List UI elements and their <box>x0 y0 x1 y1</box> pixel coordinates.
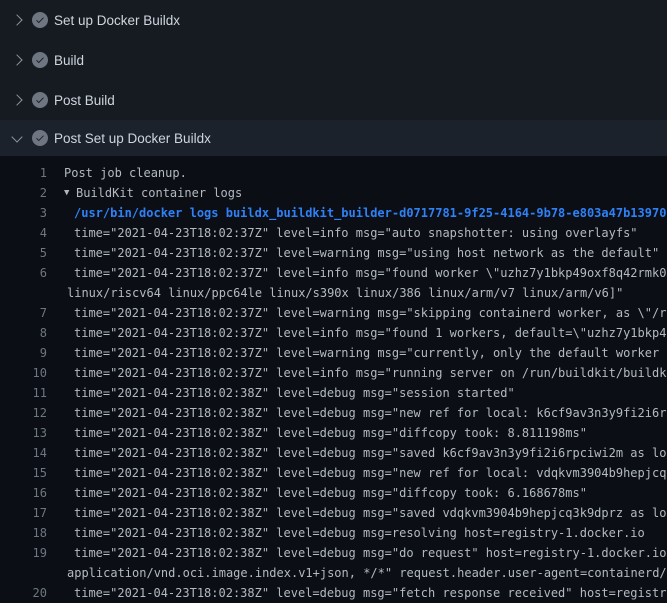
chevron-down-icon <box>10 136 24 141</box>
log-line-text: time="2021-04-23T18:02:38Z" level=debug … <box>47 383 667 403</box>
log-line: linux/riscv64 linux/ppc64le linux/s390x … <box>0 283 667 303</box>
log-line: 6time="2021-04-23T18:02:37Z" level=info … <box>0 263 667 283</box>
log-line: 9time="2021-04-23T18:02:37Z" level=warni… <box>0 343 667 363</box>
log-line: 2▼BuildKit container logs <box>0 183 667 203</box>
log-line-text: time="2021-04-23T18:02:37Z" level=info m… <box>47 263 667 283</box>
log-line-number[interactable]: 12 <box>0 403 47 423</box>
log-line-text: time="2021-04-23T18:02:38Z" level=debug … <box>47 443 667 463</box>
log-line-text: Post job cleanup. <box>47 163 667 183</box>
log-line-text: time="2021-04-23T18:02:37Z" level=warnin… <box>47 343 667 363</box>
log-line-text: time="2021-04-23T18:02:38Z" level=debug … <box>47 523 667 543</box>
log-line: 14time="2021-04-23T18:02:38Z" level=debu… <box>0 443 667 463</box>
log-line: 7time="2021-04-23T18:02:37Z" level=warni… <box>0 303 667 323</box>
log-line-text: time="2021-04-23T18:02:37Z" level=info m… <box>47 323 667 343</box>
check-circle-icon <box>32 52 48 68</box>
log-line-text: time="2021-04-23T18:02:38Z" level=debug … <box>47 403 667 423</box>
step-header-post-build[interactable]: Post Build <box>0 80 667 120</box>
log-line-number[interactable]: 19 <box>0 543 47 563</box>
log-command-text: /usr/bin/docker logs buildx_buildkit_bui… <box>47 203 667 223</box>
log-line-number[interactable]: 10 <box>0 363 47 383</box>
log-line: 10time="2021-04-23T18:02:37Z" level=info… <box>0 363 667 383</box>
log-line-number[interactable]: 7 <box>0 303 47 323</box>
log-line-number[interactable]: 14 <box>0 443 47 463</box>
log-line-number[interactable]: 13 <box>0 423 47 443</box>
check-circle-icon <box>32 130 48 146</box>
log-line-text: time="2021-04-23T18:02:38Z" level=debug … <box>47 543 667 563</box>
log-line-text: time="2021-04-23T18:02:38Z" level=debug … <box>47 483 667 503</box>
log-line-number[interactable]: 4 <box>0 223 47 243</box>
log-group-toggle-icon[interactable]: ▼ <box>64 183 76 203</box>
log-line: 12time="2021-04-23T18:02:38Z" level=debu… <box>0 403 667 423</box>
log-line: 4time="2021-04-23T18:02:37Z" level=info … <box>0 223 667 243</box>
log-line-number[interactable]: 5 <box>0 243 47 263</box>
log-line-text: time="2021-04-23T18:02:38Z" level=debug … <box>47 503 667 523</box>
log-line: 16time="2021-04-23T18:02:38Z" level=debu… <box>0 483 667 503</box>
chevron-right-icon <box>10 16 24 24</box>
log-line: 5time="2021-04-23T18:02:37Z" level=warni… <box>0 243 667 263</box>
step-header-setup-docker-buildx[interactable]: Set up Docker Buildx <box>0 0 667 40</box>
log-line-text: time="2021-04-23T18:02:38Z" level=debug … <box>47 583 667 603</box>
log-line-number[interactable]: 17 <box>0 503 47 523</box>
log-line: 11time="2021-04-23T18:02:38Z" level=debu… <box>0 383 667 403</box>
log-line-text: application/vnd.oci.image.index.v1+json,… <box>47 563 667 583</box>
log-line-number-spacer <box>0 563 47 583</box>
log-line: 18time="2021-04-23T18:02:38Z" level=debu… <box>0 523 667 543</box>
log-line-text: time="2021-04-23T18:02:37Z" level=info m… <box>47 363 667 383</box>
log-line-number[interactable]: 11 <box>0 383 47 403</box>
log-line: 19time="2021-04-23T18:02:38Z" level=debu… <box>0 543 667 563</box>
log-line-number[interactable]: 8 <box>0 323 47 343</box>
chevron-right-icon <box>10 56 24 64</box>
chevron-right-icon <box>10 96 24 104</box>
log-line-number[interactable]: 6 <box>0 263 47 283</box>
log-line-number[interactable]: 3 <box>0 203 47 223</box>
log-line: 1Post job cleanup. <box>0 163 667 183</box>
log-console: 1Post job cleanup.2▼BuildKit container l… <box>0 156 667 603</box>
log-line: 15time="2021-04-23T18:02:38Z" level=debu… <box>0 463 667 483</box>
log-line: 3/usr/bin/docker logs buildx_buildkit_bu… <box>0 203 667 223</box>
log-line-number[interactable]: 18 <box>0 523 47 543</box>
log-line-number[interactable]: 1 <box>0 163 47 183</box>
step-label: Build <box>54 53 84 68</box>
log-line-number[interactable]: 15 <box>0 463 47 483</box>
step-label: Set up Docker Buildx <box>54 13 180 28</box>
log-line: application/vnd.oci.image.index.v1+json,… <box>0 563 667 583</box>
log-line-text: time="2021-04-23T18:02:37Z" level=warnin… <box>47 303 667 323</box>
log-line-text: time="2021-04-23T18:02:37Z" level=warnin… <box>47 243 667 263</box>
step-header-post-setup-docker-buildx[interactable]: Post Set up Docker Buildx <box>0 120 667 156</box>
log-line-text: time="2021-04-23T18:02:37Z" level=info m… <box>47 223 667 243</box>
log-line: 8time="2021-04-23T18:02:37Z" level=info … <box>0 323 667 343</box>
step-label: Post Build <box>54 93 115 108</box>
step-list: Set up Docker Buildx Build Post Build Po… <box>0 0 667 156</box>
log-line: 17time="2021-04-23T18:02:38Z" level=debu… <box>0 503 667 523</box>
log-line-number-spacer <box>0 283 47 303</box>
log-line-number[interactable]: 2 <box>0 183 47 203</box>
log-line: 20time="2021-04-23T18:02:38Z" level=debu… <box>0 583 667 603</box>
step-header-build[interactable]: Build <box>0 40 667 80</box>
log-line-text: ▼BuildKit container logs <box>47 183 667 203</box>
log-line-number[interactable]: 9 <box>0 343 47 363</box>
log-line-text: time="2021-04-23T18:02:38Z" level=debug … <box>47 463 667 483</box>
log-line-text: time="2021-04-23T18:02:38Z" level=debug … <box>47 423 667 443</box>
step-label: Post Set up Docker Buildx <box>54 131 211 146</box>
log-line: 13time="2021-04-23T18:02:38Z" level=debu… <box>0 423 667 443</box>
check-circle-icon <box>32 12 48 28</box>
check-circle-icon <box>32 92 48 108</box>
log-line-number[interactable]: 20 <box>0 583 47 603</box>
log-line-number[interactable]: 16 <box>0 483 47 503</box>
log-line-text: linux/riscv64 linux/ppc64le linux/s390x … <box>47 283 667 303</box>
